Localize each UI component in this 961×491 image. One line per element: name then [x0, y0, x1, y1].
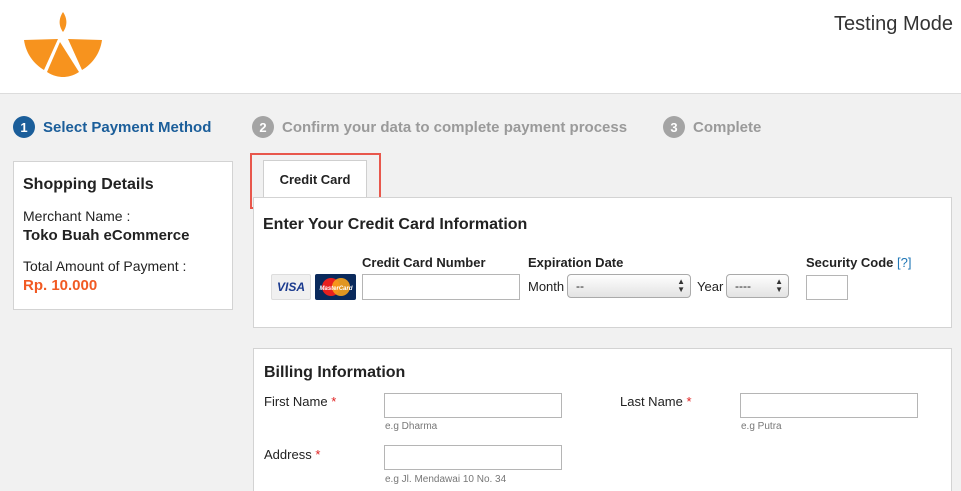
security-code-text: Security Code — [806, 255, 894, 270]
security-code-label: Security Code [?] — [806, 255, 912, 270]
security-code-input[interactable] — [806, 275, 848, 300]
card-number-input[interactable] — [362, 274, 520, 300]
visa-logo-text: VISA — [276, 280, 305, 294]
last-name-label: Last Name * — [620, 394, 692, 409]
step-confirm-data: 2 Confirm your data to complete payment … — [252, 116, 627, 138]
last-name-label-text: Last Name — [620, 394, 683, 409]
month-selected-value: -- — [576, 279, 584, 293]
card-number-label: Credit Card Number — [362, 255, 486, 270]
first-name-label-text: First Name — [264, 394, 328, 409]
testing-mode-label: Testing Mode — [834, 13, 953, 35]
first-name-input[interactable] — [384, 393, 562, 418]
visa-icon: VISA — [271, 274, 311, 300]
step-number-badge: 1 — [13, 116, 35, 138]
month-select[interactable]: -- ▲ ▼ — [567, 274, 691, 298]
orange-slice-logo-icon — [24, 12, 102, 77]
checkout-steps: 1 Select Payment Method 2 Confirm your d… — [0, 116, 961, 140]
required-mark: * — [686, 394, 692, 409]
expiration-date-label: Expiration Date — [528, 255, 624, 270]
month-label: Month — [528, 279, 565, 294]
select-arrows-icon: ▲ ▼ — [775, 277, 783, 294]
tab-credit-card[interactable]: Credit Card — [263, 160, 367, 198]
address-hint: e.g Jl. Mendawai 10 No. 34 — [385, 474, 507, 485]
year-select[interactable]: ---- ▲ ▼ — [726, 274, 789, 298]
credit-card-panel: Enter Your Credit Card Information Credi… — [253, 197, 952, 328]
shopping-details-title: Shopping Details — [23, 176, 154, 193]
billing-information-panel: Billing Information First Name * e.g Dha… — [253, 348, 952, 491]
step-label: Confirm your data to complete payment pr… — [282, 118, 628, 136]
mastercard-icon: MasterCard — [315, 274, 356, 300]
step-number-badge: 3 — [663, 116, 685, 138]
step-complete: 3 Complete — [663, 116, 761, 138]
address-label: Address * — [264, 447, 320, 462]
credit-card-title: Enter Your Credit Card Information — [263, 216, 528, 233]
year-label: Year — [697, 279, 724, 294]
year-selected-value: ---- — [735, 279, 751, 293]
step-label: Select Payment Method — [43, 118, 212, 136]
address-input[interactable] — [384, 445, 562, 470]
merchant-name-label: Merchant Name : — [23, 208, 131, 224]
step-select-payment: 1 Select Payment Method — [13, 116, 211, 138]
shopping-details-panel: Shopping Details Merchant Name : Toko Bu… — [13, 161, 233, 310]
step-label: Complete — [693, 118, 762, 136]
select-arrows-icon: ▲ ▼ — [677, 277, 685, 294]
billing-title: Billing Information — [264, 364, 406, 381]
page-header: Testing Mode — [0, 0, 961, 94]
mastercard-logo-text: MasterCard — [319, 286, 352, 292]
mastercard-circles-icon: MasterCard — [319, 278, 352, 296]
last-name-hint: e.g Putra — [741, 421, 782, 432]
total-amount-label: Total Amount of Payment : — [23, 258, 187, 274]
step-number-badge: 2 — [252, 116, 274, 138]
required-mark: * — [331, 394, 337, 409]
required-mark: * — [315, 447, 321, 462]
first-name-label: First Name * — [264, 394, 336, 409]
first-name-hint: e.g Dharma — [385, 421, 438, 432]
last-name-input[interactable] — [740, 393, 918, 418]
address-label-text: Address — [264, 447, 312, 462]
merchant-name-value: Toko Buah eCommerce — [23, 227, 190, 244]
total-amount-value: Rp. 10.000 — [23, 277, 98, 294]
security-code-help-link[interactable]: [?] — [897, 255, 911, 270]
